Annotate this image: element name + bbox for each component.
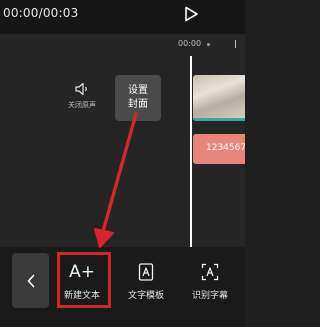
recognize-subtitles-label: 识别字幕 bbox=[191, 291, 228, 301]
text-clip[interactable]: 1234567 bbox=[193, 134, 245, 164]
set-cover-label: 设置 封面 bbox=[128, 85, 148, 110]
annotation-highlight-box bbox=[57, 252, 111, 308]
back-button[interactable] bbox=[12, 253, 49, 308]
text-template-label: 文字模板 bbox=[127, 291, 164, 301]
preview-bar: 00:00/00:03 bbox=[0, 0, 245, 34]
subtitle-recognize-icon bbox=[201, 263, 219, 281]
text-template-button[interactable]: 文字模板 bbox=[121, 253, 171, 301]
text-template-icon bbox=[138, 263, 154, 281]
mute-original-audio-button[interactable]: 关闭原声 bbox=[62, 82, 102, 110]
editor-screen: 00:00/00:03 00:00 关闭原声 设置 封面 1234567 A+ … bbox=[0, 0, 245, 327]
recognize-subtitles-button[interactable]: 识别字幕 bbox=[185, 253, 235, 301]
timeline-ruler-label: 00:00 bbox=[178, 39, 202, 48]
mute-original-audio-label: 关闭原声 bbox=[68, 101, 96, 109]
playback-time: 00:00/00:03 bbox=[3, 6, 79, 20]
speaker-mute-icon bbox=[75, 82, 87, 96]
chevron-left-icon bbox=[27, 274, 34, 287]
timeline-ruler-dot bbox=[207, 43, 210, 46]
play-icon[interactable] bbox=[183, 6, 199, 22]
playhead[interactable] bbox=[190, 56, 192, 247]
text-clip-label: 1234567 bbox=[206, 143, 245, 153]
timeline-ruler-tick bbox=[235, 40, 236, 48]
video-clip[interactable] bbox=[193, 75, 245, 121]
set-cover-button[interactable]: 设置 封面 bbox=[115, 75, 161, 121]
